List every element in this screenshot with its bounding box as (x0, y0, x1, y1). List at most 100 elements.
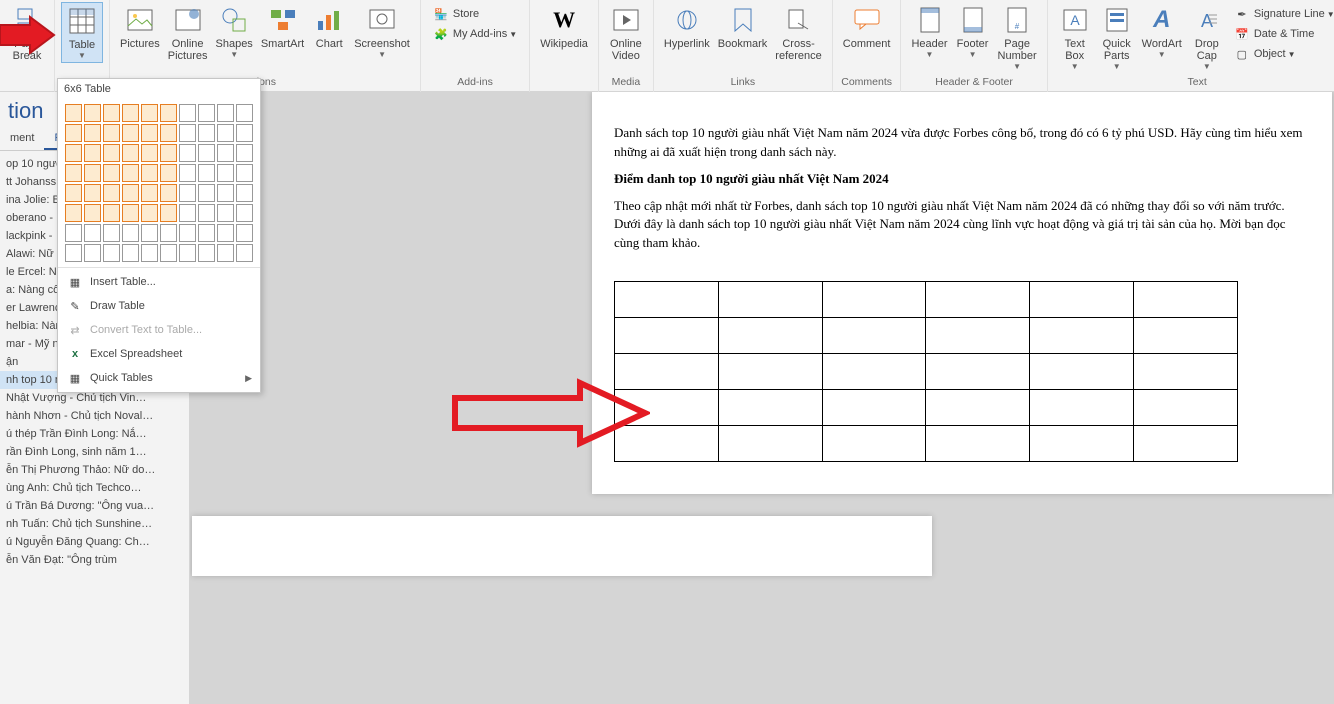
grid-cell[interactable] (198, 204, 215, 222)
grid-cell[interactable] (141, 244, 158, 262)
grid-cell[interactable] (179, 224, 196, 242)
grid-cell[interactable] (103, 184, 120, 202)
document-page[interactable]: Danh sách top 10 người giàu nhất Việt Na… (592, 92, 1332, 494)
hyperlink-button[interactable]: Hyperlink (660, 2, 714, 52)
grid-cell[interactable] (141, 164, 158, 182)
draw-table-item[interactable]: ✎Draw Table (58, 294, 260, 318)
my-addins-button[interactable]: 🧩My Add-ins ▼ (431, 24, 519, 44)
grid-cell[interactable] (179, 124, 196, 142)
grid-cell[interactable] (236, 204, 253, 222)
grid-cell[interactable] (122, 124, 139, 142)
grid-cell[interactable] (198, 184, 215, 202)
cross-reference-button[interactable]: Cross-reference (771, 2, 825, 64)
nav-tab-headings[interactable]: ment (0, 128, 44, 150)
bookmark-button[interactable]: Bookmark (714, 2, 772, 52)
grid-cell[interactable] (198, 104, 215, 122)
grid-cell[interactable] (179, 204, 196, 222)
document-page-2[interactable] (192, 516, 932, 576)
grid-cell[interactable] (141, 104, 158, 122)
drop-cap-button[interactable]: A DropCap ▼ (1186, 2, 1228, 73)
grid-cell[interactable] (217, 104, 234, 122)
grid-cell[interactable] (179, 144, 196, 162)
grid-cell[interactable] (141, 184, 158, 202)
grid-cell[interactable] (179, 104, 196, 122)
nav-heading-item[interactable]: ễn Thị Phương Thảo: Nữ do… (0, 461, 189, 479)
grid-cell[interactable] (160, 124, 177, 142)
grid-cell[interactable] (217, 244, 234, 262)
grid-cell[interactable] (217, 124, 234, 142)
smartart-button[interactable]: SmartArt (257, 2, 308, 52)
grid-cell[interactable] (217, 204, 234, 222)
object-button[interactable]: ▢Object ▼ (1232, 44, 1334, 64)
grid-cell[interactable] (84, 164, 101, 182)
grid-cell[interactable] (65, 164, 82, 182)
nav-heading-item[interactable]: ùng Anh: Chủ tịch Techco… (0, 479, 189, 497)
quick-parts-button[interactable]: QuickParts ▼ (1096, 2, 1138, 73)
grid-cell[interactable] (160, 204, 177, 222)
grid-cell[interactable] (141, 224, 158, 242)
footer-button[interactable]: Footer ▼ (952, 2, 994, 61)
pictures-button[interactable]: Pictures (116, 2, 164, 52)
grid-cell[interactable] (160, 144, 177, 162)
nav-heading-item[interactable]: ễn Văn Đạt: "Ông trùm (0, 551, 189, 569)
grid-cell[interactable] (236, 104, 253, 122)
grid-cell[interactable] (103, 204, 120, 222)
store-button[interactable]: 🏪Store (431, 4, 519, 24)
grid-cell[interactable] (198, 164, 215, 182)
grid-cell[interactable] (122, 204, 139, 222)
grid-cell[interactable] (217, 184, 234, 202)
quick-tables-item[interactable]: ▦Quick Tables▶ (58, 366, 260, 390)
grid-cell[interactable] (103, 224, 120, 242)
grid-cell[interactable] (65, 224, 82, 242)
grid-cell[interactable] (103, 164, 120, 182)
grid-cell[interactable] (122, 244, 139, 262)
paragraph-2[interactable]: Theo cập nhật mới nhất từ Forbes, danh s… (614, 197, 1310, 254)
grid-cell[interactable] (65, 124, 82, 142)
grid-cell[interactable] (236, 244, 253, 262)
grid-cell[interactable] (217, 164, 234, 182)
grid-cell[interactable] (217, 224, 234, 242)
grid-cell[interactable] (236, 184, 253, 202)
grid-cell[interactable] (122, 184, 139, 202)
grid-cell[interactable] (84, 124, 101, 142)
grid-cell[interactable] (103, 244, 120, 262)
date-time-button[interactable]: 📅Date & Time (1232, 24, 1334, 44)
grid-cell[interactable] (122, 104, 139, 122)
grid-cell[interactable] (236, 164, 253, 182)
grid-cell[interactable] (84, 204, 101, 222)
grid-cell[interactable] (141, 124, 158, 142)
comment-button[interactable]: Comment (839, 2, 895, 52)
shapes-button[interactable]: Shapes ▼ (212, 2, 257, 61)
nav-heading-item[interactable]: ú thép Trần Đình Long: Nắ… (0, 425, 189, 443)
grid-cell[interactable] (65, 204, 82, 222)
grid-cell[interactable] (65, 144, 82, 162)
table-button[interactable]: Table ▼ (61, 2, 103, 63)
text-box-button[interactable]: A TextBox ▼ (1054, 2, 1096, 73)
grid-cell[interactable] (179, 184, 196, 202)
grid-cell[interactable] (141, 204, 158, 222)
grid-cell[interactable] (141, 144, 158, 162)
grid-cell[interactable] (103, 144, 120, 162)
online-video-button[interactable]: OnlineVideo (605, 2, 647, 64)
grid-cell[interactable] (84, 184, 101, 202)
page-number-button[interactable]: # PageNumber ▼ (994, 2, 1041, 73)
grid-cell[interactable] (65, 104, 82, 122)
heading-2[interactable]: Điểm danh top 10 người giàu nhất Việt Na… (614, 170, 1310, 189)
grid-cell[interactable] (160, 104, 177, 122)
grid-cell[interactable] (84, 104, 101, 122)
grid-cell[interactable] (122, 224, 139, 242)
nav-heading-item[interactable]: nh Tuấn: Chủ tịch Sunshine… (0, 515, 189, 533)
grid-cell[interactable] (198, 124, 215, 142)
signature-line-button[interactable]: ✒Signature Line ▼ (1232, 4, 1334, 24)
grid-cell[interactable] (84, 144, 101, 162)
nav-heading-item[interactable]: hành Nhơn - Chủ tịch Noval… (0, 407, 189, 425)
grid-cell[interactable] (198, 244, 215, 262)
inserted-table[interactable] (614, 281, 1238, 462)
grid-cell[interactable] (236, 144, 253, 162)
grid-cell[interactable] (179, 164, 196, 182)
nav-heading-item[interactable]: rần Đình Long, sinh năm 1… (0, 443, 189, 461)
wikipedia-button[interactable]: W Wikipedia (536, 2, 592, 52)
insert-table-item[interactable]: ▦Insert Table... (58, 270, 260, 294)
grid-cell[interactable] (103, 124, 120, 142)
grid-cell[interactable] (236, 124, 253, 142)
